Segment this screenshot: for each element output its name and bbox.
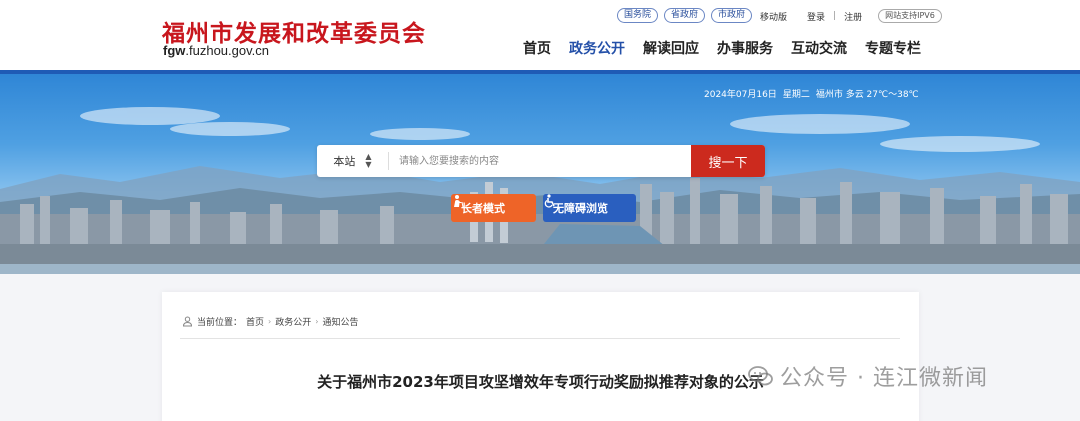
- date-weather: 2024年07月16日 星期二 福州市 多云 27℃～38℃: [704, 87, 919, 100]
- register-link[interactable]: 注册: [844, 10, 862, 23]
- login-link[interactable]: 登录: [807, 10, 825, 23]
- breadcrumb: 当前位置： 首页 › 政务公开 › 通知公告: [182, 315, 358, 328]
- search-bar: 本站 ▲▼ 搜一下: [317, 145, 765, 177]
- gov-link-state-council[interactable]: 国务院: [617, 8, 659, 23]
- gov-links: 国务院 省政府 市政府: [617, 8, 753, 23]
- search-scope-select[interactable]: 本站 ▲ ▼: [317, 152, 389, 170]
- accessible-browse-button[interactable]: 无障碍浏览: [543, 194, 636, 222]
- ipv6-badge: 网站支持IPV6: [878, 9, 942, 23]
- wechat-watermark: 公众号 · 连江微新闻: [748, 360, 988, 392]
- up-down-arrows-icon: ▲ ▼: [365, 152, 372, 169]
- current-weekday: 星期二: [782, 90, 810, 100]
- location-person-icon: [182, 316, 193, 327]
- hero-banner: 2024年07月16日 星期二 福州市 多云 27℃～38℃ 本站 ▲▼ 搜一下…: [0, 74, 1080, 274]
- breadcrumb-notices[interactable]: 通知公告: [322, 315, 358, 328]
- breadcrumb-separator: ›: [315, 317, 319, 326]
- accessible-browse-label: 无障碍浏览: [553, 202, 608, 215]
- gov-link-province[interactable]: 省政府: [664, 8, 706, 23]
- article-card: 当前位置： 首页 › 政务公开 › 通知公告 关于福州市2023年项目攻坚增效年…: [162, 292, 919, 421]
- elder-mode-button[interactable]: 长者模式: [451, 194, 536, 222]
- domain-prefix: fgw: [163, 43, 186, 58]
- top-utility-bar: 移动版 登录 | 注册 网站支持IPV6: [760, 9, 942, 23]
- nav-item-home[interactable]: 首页: [523, 38, 551, 58]
- nav-item-services[interactable]: 办事服务: [717, 38, 773, 58]
- nav-item-topics[interactable]: 专题专栏: [865, 38, 921, 58]
- nav-item-interpretation[interactable]: 解读回应: [643, 38, 699, 58]
- search-button[interactable]: 搜一下: [691, 145, 765, 177]
- weather-info: 福州市 多云 27℃～38℃: [815, 90, 919, 100]
- domain-suffix: .fuzhou.gov.cn: [185, 43, 269, 58]
- breadcrumb-prefix: 当前位置：: [197, 318, 243, 328]
- breadcrumb-home[interactable]: 首页: [246, 315, 264, 328]
- current-date: 2024年07月16日: [704, 90, 777, 100]
- util-separator: |: [833, 11, 837, 21]
- breadcrumb-divider: [180, 338, 900, 339]
- elder-icon: [454, 195, 464, 208]
- watermark-text: 公众号 · 连江微新闻: [780, 366, 988, 391]
- nav-item-interaction[interactable]: 互动交流: [791, 38, 847, 58]
- nav-item-gov-affairs[interactable]: 政务公开: [569, 38, 625, 58]
- gov-link-city[interactable]: 市政府: [711, 8, 753, 23]
- breadcrumb-gov-affairs[interactable]: 政务公开: [275, 315, 311, 328]
- wheelchair-icon: [544, 194, 555, 208]
- mobile-version-link[interactable]: 移动版: [760, 10, 787, 23]
- wechat-chat-icon: [748, 366, 773, 386]
- breadcrumb-separator: ›: [268, 317, 272, 326]
- main-nav: 首页 政务公开 解读回应 办事服务 互动交流 专题专栏: [523, 38, 921, 58]
- site-header: 福州市发展和改革委员会 fgw.fuzhou.gov.cn 国务院 省政府 市政…: [0, 0, 1080, 70]
- elder-mode-label: 长者模式: [461, 202, 505, 215]
- search-input[interactable]: [389, 145, 691, 177]
- search-scope-label: 本站: [333, 155, 356, 168]
- site-domain: fgw.fuzhou.gov.cn: [163, 43, 269, 58]
